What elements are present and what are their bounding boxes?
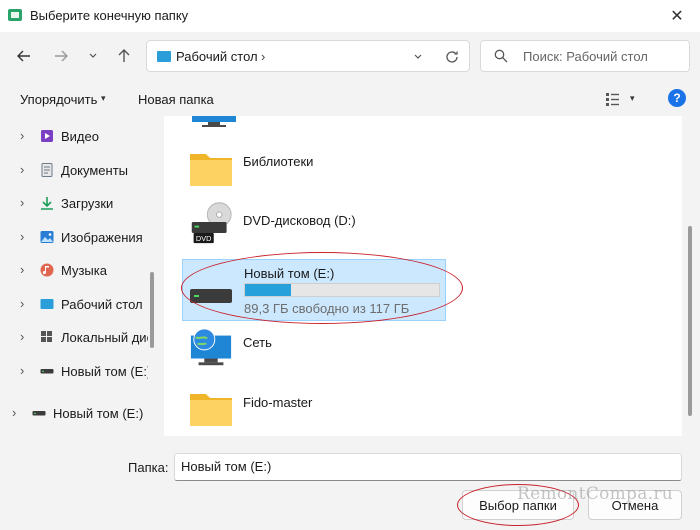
item-label: DVD-дисковод (D:) xyxy=(243,213,356,228)
folder-name-field[interactable]: Новый том (E:) xyxy=(174,453,682,481)
caret-down-icon[interactable]: ▾ xyxy=(630,93,635,104)
arrow-left-icon xyxy=(17,50,30,62)
folder-list-scrollbar[interactable] xyxy=(688,226,692,416)
navigation-pane: › Видео › Документы › Загрузки › Изображ… xyxy=(0,116,148,436)
help-icon: ? xyxy=(673,91,681,105)
close-button[interactable]: ✕ xyxy=(654,0,700,32)
refresh-button[interactable] xyxy=(442,47,462,67)
forward-button[interactable] xyxy=(49,44,73,68)
list-item[interactable]: DVD DVD-дисковод (D:) xyxy=(182,200,452,256)
arrow-up-icon xyxy=(118,49,130,62)
title-bar: Выберите конечную папку ✕ xyxy=(0,0,700,32)
sidebar-item-label: Видео xyxy=(61,129,99,144)
sidebar-item-pictures[interactable]: › Изображения xyxy=(0,224,148,250)
chevron-down-icon xyxy=(414,54,422,59)
sidebar-item-label: Музыка xyxy=(61,263,107,278)
sidebar-item-label: Локальный дис xyxy=(61,330,148,345)
back-button[interactable] xyxy=(12,44,36,68)
search-box[interactable]: Поиск: Рабочий стол xyxy=(480,40,690,72)
sidebar-item-downloads[interactable]: › Загрузки xyxy=(0,190,148,216)
arrow-right-icon xyxy=(55,50,68,62)
desktop-icon xyxy=(40,299,54,309)
chevron-right-icon[interactable]: › xyxy=(20,296,24,311)
search-input[interactable]: Поиск: Рабочий стол xyxy=(523,49,648,64)
sidebar-item-music[interactable]: › Музыка xyxy=(0,257,148,283)
sidebar-scrollbar[interactable] xyxy=(150,272,154,348)
network-icon xyxy=(190,328,232,366)
folder-label: Папка: xyxy=(128,460,169,475)
folder-icon xyxy=(190,394,232,426)
sidebar-item-desktop[interactable]: › Рабочий стол xyxy=(0,291,148,317)
list-item[interactable]: Сеть xyxy=(182,322,452,378)
chevron-right-icon[interactable]: › xyxy=(20,363,24,378)
chevron-right-icon[interactable]: › xyxy=(12,405,16,420)
chevron-right-icon[interactable]: › xyxy=(20,262,24,277)
libraries-folder-icon xyxy=(190,154,232,186)
address-dropdown-button[interactable] xyxy=(409,48,427,66)
window-title: Выберите конечную папку xyxy=(30,8,189,23)
download-icon xyxy=(41,197,53,210)
watermark: RemontCompa.ru xyxy=(517,484,674,504)
up-button[interactable] xyxy=(112,44,136,68)
recent-locations-button[interactable] xyxy=(81,44,105,68)
list-item[interactable]: Fido-master xyxy=(182,382,452,436)
view-options-icon[interactable] xyxy=(606,92,622,106)
chevron-right-icon[interactable]: › xyxy=(20,195,24,210)
caret-down-icon[interactable]: ▾ xyxy=(101,93,106,104)
sidebar-item-video[interactable]: › Видео xyxy=(0,123,148,149)
this-pc-icon xyxy=(192,116,236,127)
help-button[interactable]: ? xyxy=(668,89,686,107)
sidebar-item-label: Рабочий стол xyxy=(61,297,143,312)
folder-picker-dialog: Выберите конечную папку ✕ Рабочий стол › xyxy=(0,0,700,530)
windows-drive-icon xyxy=(41,331,52,342)
command-bar: Упорядочить ▾ Новая папка ▾ ? xyxy=(0,86,700,114)
drive-icon xyxy=(40,369,54,374)
dvd-badge-label: DVD xyxy=(196,234,211,243)
sidebar-item-label: Изображения xyxy=(61,230,143,245)
breadcrumb-chevron-icon[interactable]: › xyxy=(261,49,265,64)
sidebar-item-label: Загрузки xyxy=(61,196,114,211)
item-label: Сеть xyxy=(243,335,272,350)
document-icon xyxy=(41,163,53,177)
chevron-right-icon[interactable]: › xyxy=(20,162,24,177)
pictures-icon xyxy=(40,231,54,243)
sidebar-item-volume-e[interactable]: › Новый том (E:) xyxy=(0,358,148,384)
item-label: Fido-master xyxy=(243,395,313,410)
refresh-icon xyxy=(446,51,458,63)
list-item[interactable]: Библиотеки xyxy=(182,140,452,196)
app-folder-icon xyxy=(8,9,22,21)
sidebar-item-label: Документы xyxy=(61,163,129,178)
sidebar-item-label: Новый том (E:) xyxy=(53,406,144,421)
annotation-ellipse-drive xyxy=(181,252,463,324)
chevron-right-icon[interactable]: › xyxy=(20,229,24,244)
dvd-drive-icon: DVD xyxy=(191,202,232,244)
organize-button[interactable]: Упорядочить xyxy=(20,92,97,107)
sidebar-item-documents[interactable]: › Документы xyxy=(0,157,148,183)
chevron-right-icon[interactable]: › xyxy=(20,128,24,143)
chevron-down-icon xyxy=(89,53,97,58)
sidebar-item-local-disk[interactable]: › Локальный дис xyxy=(0,324,148,350)
close-icon: ✕ xyxy=(670,8,684,25)
sidebar-item-label: Новый том (E:) xyxy=(61,364,148,379)
search-icon xyxy=(494,49,508,63)
video-icon xyxy=(41,130,53,142)
sidebar-item-volume-e-root[interactable]: › Новый том (E:) xyxy=(0,400,148,426)
address-path[interactable]: Рабочий стол xyxy=(176,49,258,64)
music-icon xyxy=(40,263,54,277)
drive-icon xyxy=(32,411,46,416)
address-bar[interactable]: Рабочий стол › xyxy=(146,40,470,72)
item-label: Библиотеки xyxy=(243,154,314,169)
chevron-right-icon[interactable]: › xyxy=(20,329,24,344)
desktop-icon xyxy=(157,51,171,62)
new-folder-button[interactable]: Новая папка xyxy=(138,92,214,107)
